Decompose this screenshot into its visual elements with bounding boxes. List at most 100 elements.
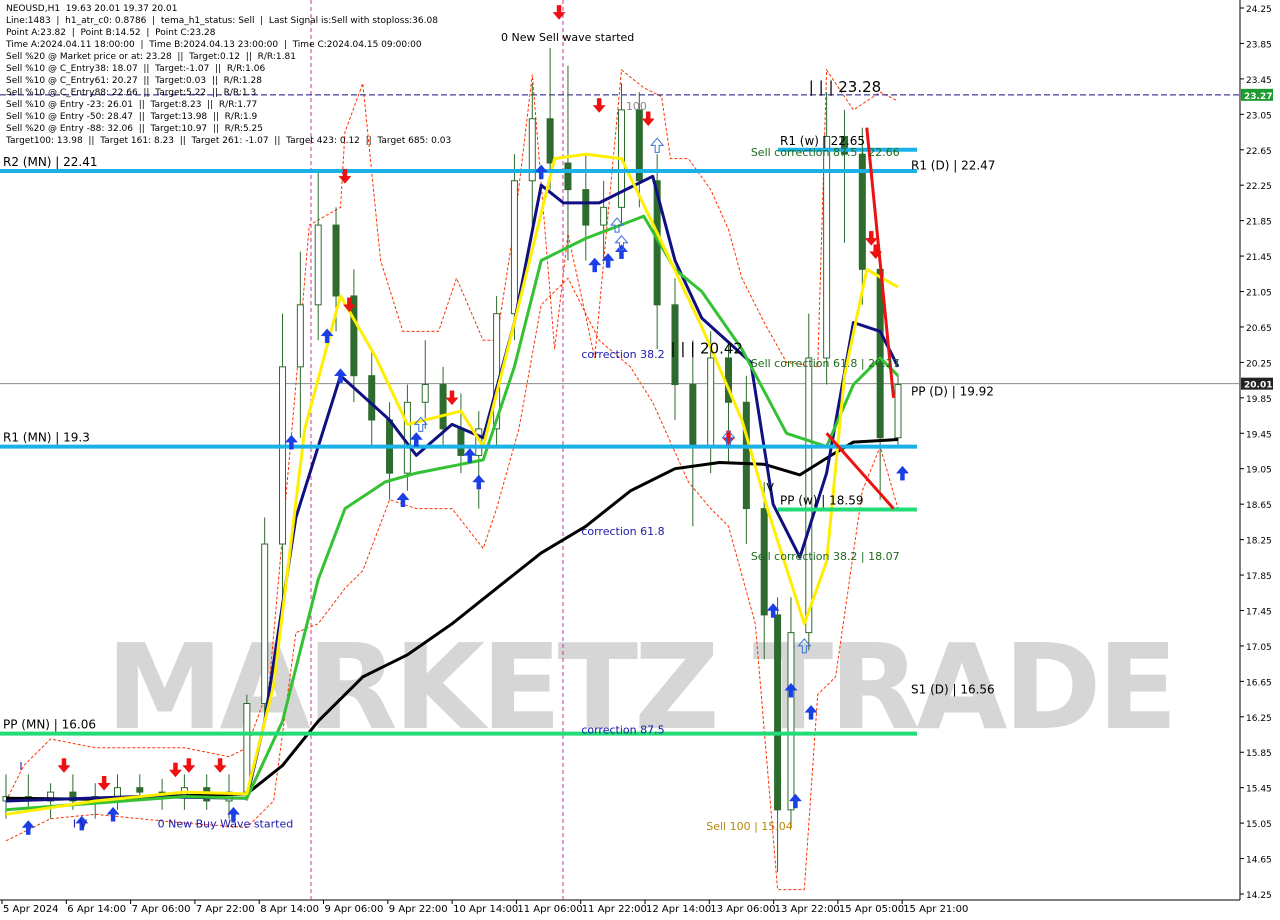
y-tick-label: 19.45 bbox=[1246, 430, 1272, 440]
buy-arrow bbox=[588, 257, 602, 273]
info-panel: NEOUSD,H1 19.63 20.01 19.37 20.01 Line:14… bbox=[6, 3, 451, 147]
candle-body bbox=[243, 703, 251, 793]
candle-body bbox=[332, 224, 340, 297]
level-label: R2 (MN) | 22.41 bbox=[3, 155, 98, 169]
chart-annotation: I bbox=[19, 760, 22, 773]
level-label: PP (w) | 18.59 bbox=[780, 493, 864, 507]
y-tick-label: 18.25 bbox=[1246, 537, 1272, 547]
y-tick-label: 19.05 bbox=[1246, 466, 1272, 476]
x-tick-label: 8 Apr 14:00 bbox=[260, 904, 319, 915]
info-line: NEOUSD,H1 19.63 20.01 19.37 20.01 bbox=[6, 4, 178, 14]
candle-body bbox=[296, 304, 304, 368]
info-line: Point A:23.82 | Point B:14.52 | Point C:… bbox=[6, 28, 216, 38]
chart: MARKETZ TRADE R2 (MN) | 22.41 R1 (MN) | 19… bbox=[0, 0, 1280, 920]
info-line: Target100: 13.98 || Target 161: 8.23 || … bbox=[6, 136, 452, 146]
chart-annotation: 0 New Buy Wave started bbox=[158, 818, 294, 831]
y-tick-label: 17.45 bbox=[1246, 607, 1272, 617]
y-tick-label: 24.25 bbox=[1246, 5, 1272, 15]
y-tick-label: 20.65 bbox=[1246, 324, 1272, 334]
hollow-arrow bbox=[650, 137, 665, 153]
level-label: R1 (D) | 22.47 bbox=[911, 159, 995, 173]
info-line: Sell %10 @ C_Entry61: 20.27 || Target:0.… bbox=[6, 76, 262, 86]
info-line: Sell %20 @ Market price or at: 23.28 || … bbox=[6, 52, 296, 62]
info-line: Sell %20 @ Entry -88: 32.06 || Target:10… bbox=[6, 124, 263, 134]
candle-body bbox=[546, 118, 554, 164]
buy-arrow bbox=[472, 474, 486, 490]
signal-price-tag-label: 23.27 bbox=[1244, 92, 1272, 102]
chart-annotation: correction 61.8 bbox=[581, 525, 664, 538]
sell-arrow bbox=[592, 98, 606, 113]
chart-annotation: | | | 20.42 bbox=[671, 340, 743, 358]
chart-annotation: | | | 23.28 bbox=[809, 78, 881, 96]
x-tick-label: 10 Apr 14:00 bbox=[453, 904, 518, 915]
level-label: PP (MN) | 16.06 bbox=[3, 718, 96, 732]
x-tick-label: 5 Apr 2024 bbox=[3, 904, 58, 915]
chart-annotation: correction 87.5 bbox=[581, 724, 664, 737]
current-price-tag-label: 20.01 bbox=[1244, 381, 1272, 391]
y-tick-label: 14.65 bbox=[1246, 856, 1272, 866]
candle-body bbox=[564, 162, 572, 191]
sell-arrow bbox=[97, 776, 111, 791]
info-line: Sell %10 @ Entry -23: 26.01 || Target:8.… bbox=[6, 100, 258, 110]
y-tick-label: 14.25 bbox=[1246, 891, 1272, 901]
candle-body bbox=[368, 375, 376, 421]
x-tick-label: 11 Apr 22:00 bbox=[582, 904, 647, 915]
chart-annotation: Sell correction 87.5 | 22.66 bbox=[751, 146, 900, 159]
sell-arrow bbox=[168, 762, 183, 778]
x-tick-label: 15 Apr 05:00 bbox=[839, 904, 904, 915]
y-tick-label: 21.85 bbox=[1246, 218, 1272, 228]
y-tick-label: 15.45 bbox=[1246, 785, 1272, 795]
x-tick-label: 13 Apr 06:00 bbox=[710, 904, 775, 915]
sell-arrow bbox=[213, 758, 227, 773]
buy-arrow bbox=[895, 465, 910, 481]
y-tick-label: 15.85 bbox=[1246, 749, 1272, 759]
candle-body bbox=[600, 206, 608, 226]
y-tick-label: 19.85 bbox=[1246, 395, 1272, 405]
x-tick-label: 6 Apr 14:00 bbox=[67, 904, 126, 915]
sell-arrow bbox=[57, 758, 71, 773]
candle-body bbox=[894, 384, 902, 439]
x-tick-label: 15 Apr 21:00 bbox=[903, 904, 968, 915]
buy-arrow bbox=[614, 244, 629, 259]
info-line: Time A:2024.04.11 18:00:00 | Time B:2024… bbox=[6, 40, 422, 50]
candle-body bbox=[136, 787, 144, 793]
buy-arrow bbox=[534, 164, 548, 180]
candle-body bbox=[582, 189, 590, 226]
x-tick-label: 13 Apr 22:00 bbox=[775, 904, 840, 915]
x-tick-label: 9 Apr 22:00 bbox=[389, 904, 448, 915]
buy-arrow bbox=[396, 492, 410, 507]
buy-arrow bbox=[21, 820, 35, 835]
sell-arrow bbox=[641, 111, 655, 127]
candle-body bbox=[510, 180, 518, 315]
candle-body bbox=[689, 384, 697, 448]
y-tick-label: 21.05 bbox=[1246, 289, 1272, 299]
candle-body bbox=[261, 543, 269, 705]
candle-body bbox=[457, 428, 465, 456]
info-line: Sell %10 @ Entry -50: 28.47 || Target:13… bbox=[6, 112, 258, 122]
candle-body bbox=[403, 401, 411, 474]
buy-arrow bbox=[409, 432, 423, 447]
y-tick-label: 16.25 bbox=[1246, 714, 1272, 724]
x-tick-label: 11 Apr 06:00 bbox=[517, 904, 582, 915]
candle-body bbox=[439, 384, 447, 430]
level-label: R1 (MN) | 19.3 bbox=[3, 431, 90, 445]
chart-annotation: 100 bbox=[626, 100, 647, 113]
y-tick-label: 21.45 bbox=[1246, 253, 1272, 263]
y-tick-label: 16.65 bbox=[1246, 678, 1272, 688]
y-tick-label: 15.05 bbox=[1246, 820, 1272, 830]
level-label: S1 (D) | 16.56 bbox=[911, 682, 995, 696]
chart-annotation: 0 New Sell wave started bbox=[501, 31, 634, 44]
candle-body bbox=[114, 787, 121, 798]
x-tick-label: 9 Apr 06:00 bbox=[325, 904, 384, 915]
candle-body bbox=[774, 614, 782, 811]
chart-annotation: V bbox=[766, 481, 774, 494]
chart-annotation: Sell correction 38.2 | 18.07 bbox=[751, 550, 900, 563]
info-line: Sell %10 @ C_Entry88: 22.66 || Target:5.… bbox=[6, 88, 257, 98]
chart-annotation: I V bbox=[73, 818, 88, 831]
level-label: PP (D) | 19.92 bbox=[911, 385, 994, 399]
y-tick-label: 18.65 bbox=[1246, 501, 1272, 511]
y-tick-label: 23.05 bbox=[1246, 111, 1272, 121]
x-tick-label: 7 Apr 06:00 bbox=[132, 904, 191, 915]
info-line: Sell %10 @ C_Entry38: 18.07 || Target:-1… bbox=[6, 64, 266, 74]
sell-arrow bbox=[182, 758, 196, 773]
